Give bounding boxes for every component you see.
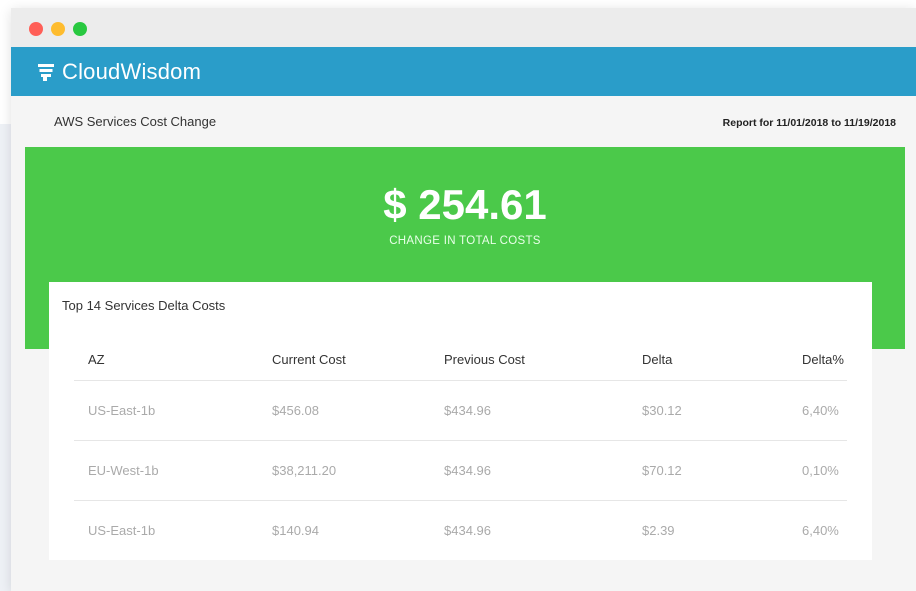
cell-previous-cost: $434.96 xyxy=(430,380,628,441)
table-row: US-East-1b $456.08 $434.96 $30.12 6,40% xyxy=(74,380,847,441)
cell-current-cost: $38,211.20 xyxy=(258,440,430,501)
close-window-button[interactable] xyxy=(29,22,43,36)
window-titlebar xyxy=(11,8,916,47)
cell-current-cost: $140.94 xyxy=(272,523,319,538)
cell-az: US-East-1b xyxy=(88,523,156,538)
cell-previous-cost: $434.96 xyxy=(430,440,628,501)
table-row: US-East-1b $140.94 $434.96 $2.39 6,40% xyxy=(74,501,847,561)
column-header-delta-percent: Delta% xyxy=(788,338,847,381)
app-header: CloudWisdom xyxy=(11,47,916,96)
column-header-delta: Delta xyxy=(628,338,788,381)
report-title: AWS Services Cost Change xyxy=(54,114,217,129)
column-header-previous-cost: Previous Cost xyxy=(430,338,628,381)
services-delta-card: Top 14 Services Delta Costs AZ Current C… xyxy=(49,282,872,560)
column-header-az: AZ xyxy=(74,338,258,381)
cell-az: US-East-1b xyxy=(74,380,258,441)
services-delta-table: AZ Current Cost Previous Cost Delta Delt… xyxy=(74,338,847,560)
cloudwisdom-logo-icon xyxy=(38,63,54,81)
table-row: EU-West-1b $38,211.20 $434.96 $70.12 0,1… xyxy=(74,440,847,501)
total-cost-change-label: CHANGE IN TOTAL COSTS xyxy=(389,235,541,247)
cell-delta: $30.12 xyxy=(628,380,788,441)
cell-az: EU-West-1b xyxy=(74,440,258,501)
cell-delta-percent: 0,10% xyxy=(788,440,847,501)
column-header-current-cost: Current Cost xyxy=(258,338,430,381)
cell-current-cost: $456.08 xyxy=(258,380,430,441)
table-header-row: AZ Current Cost Previous Cost Delta Delt… xyxy=(74,338,847,381)
maximize-window-button[interactable] xyxy=(73,22,87,36)
report-date-range: Report for 11/01/2018 to 11/19/2018 xyxy=(722,117,896,129)
cell-delta: $2.39 xyxy=(642,523,675,538)
app-logo-text: CloudWisdom xyxy=(62,58,202,84)
total-cost-change-amount: $ 254.61 xyxy=(383,181,547,228)
cell-delta-percent: 6,40% xyxy=(788,380,847,441)
cell-delta-percent: 6,40% xyxy=(802,523,839,538)
cell-previous-cost: $434.96 xyxy=(444,523,491,538)
cell-delta: $70.12 xyxy=(628,440,788,501)
services-delta-title: Top 14 Services Delta Costs xyxy=(62,298,226,313)
minimize-window-button[interactable] xyxy=(51,22,65,36)
